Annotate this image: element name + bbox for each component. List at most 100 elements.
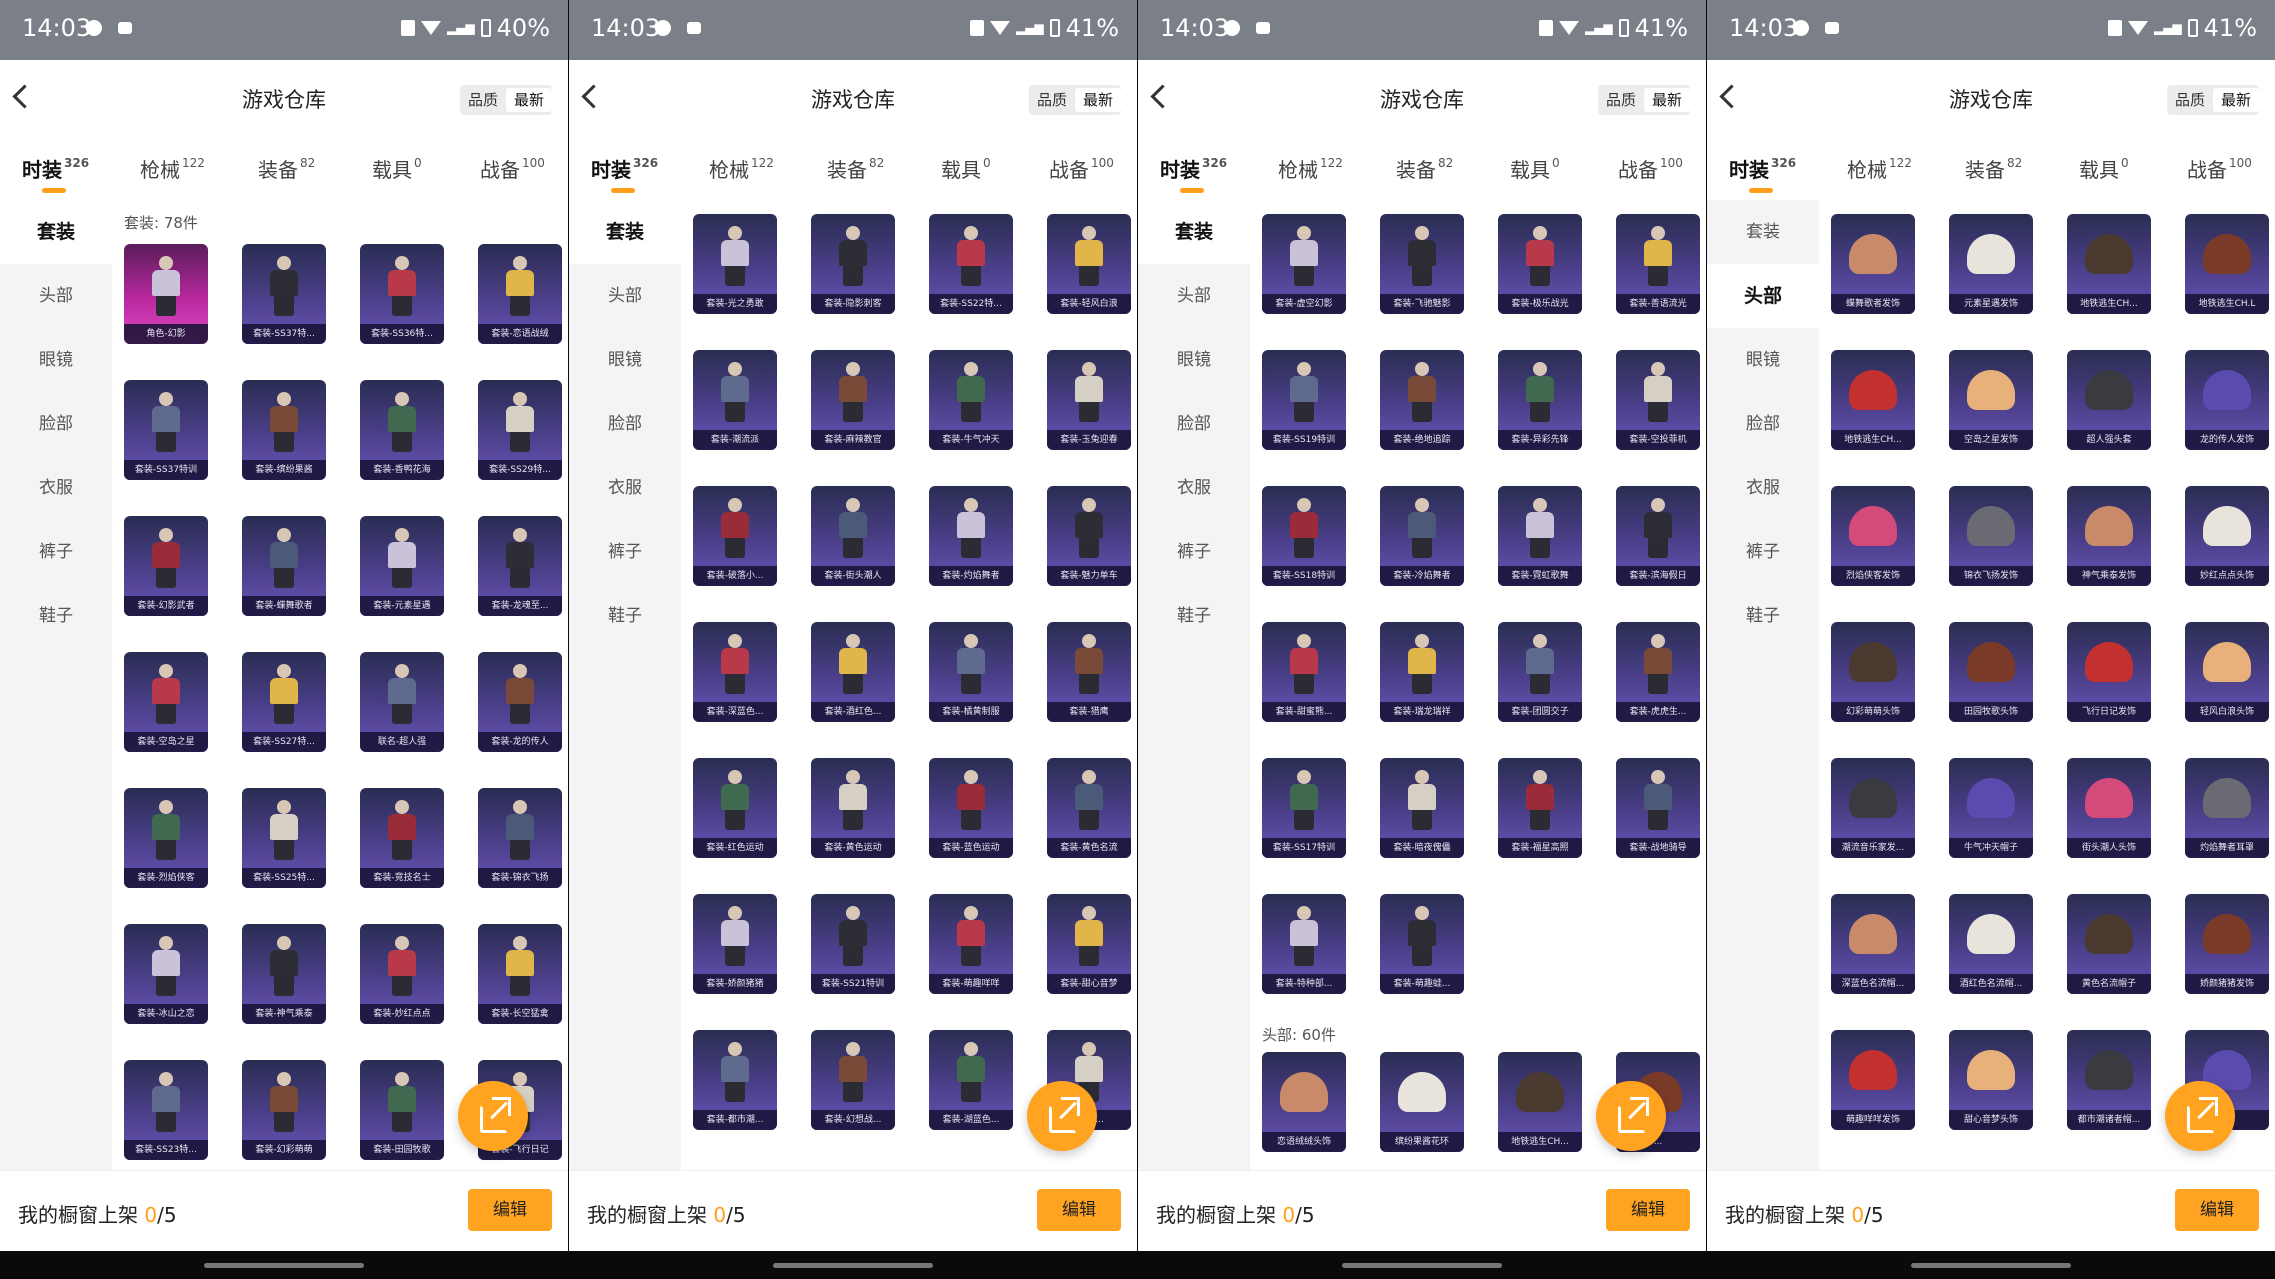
sidebar-item-5[interactable]: 裤子 xyxy=(0,520,112,584)
outfit-item[interactable]: 套装-酒红色... xyxy=(811,622,895,722)
tab-2[interactable]: 装备 82 xyxy=(1396,154,1453,183)
sort-toggle[interactable]: 品质 最新 xyxy=(1597,85,1690,115)
outfit-item[interactable]: 套装-SS17特训 xyxy=(1262,758,1346,858)
headwear-item[interactable]: 深蓝色名流帽... xyxy=(1831,894,1915,994)
headwear-item[interactable]: 地铁逃生CH... xyxy=(1498,1052,1582,1152)
outfit-item[interactable]: 套装-冷焰舞者 xyxy=(1380,486,1464,586)
outfit-item[interactable]: 套装-暗夜傀儡 xyxy=(1380,758,1464,858)
sidebar-item-1[interactable]: 头部 xyxy=(1138,264,1250,328)
sort-option-1[interactable]: 最新 xyxy=(1074,88,1121,112)
headwear-item[interactable]: 龙的传人发饰 xyxy=(2185,350,2269,450)
sidebar-item-0[interactable]: 套装 xyxy=(0,200,112,264)
sort-option-0[interactable]: 品质 xyxy=(2167,85,2213,115)
outfit-item[interactable]: 套装-深蓝色... xyxy=(693,622,777,722)
outfit-item[interactable]: 套装-玉兔迎春 xyxy=(1047,350,1131,450)
tab-2[interactable]: 装备 82 xyxy=(827,154,884,183)
outfit-item[interactable]: 套装-SS19特训 xyxy=(1262,350,1346,450)
headwear-item[interactable]: 恋语绒绒头饰 xyxy=(1262,1052,1346,1152)
sidebar-item-4[interactable]: 衣服 xyxy=(1138,456,1250,520)
outfit-item[interactable]: 套装-战地骑导 xyxy=(1616,758,1700,858)
headwear-item[interactable]: 黄色名流帽子 xyxy=(2067,894,2151,994)
outfit-item[interactable]: 套装-萌趣蛙... xyxy=(1380,894,1464,994)
outfit-item[interactable]: 套装-SS25特... xyxy=(242,788,326,888)
tab-2[interactable]: 装备 82 xyxy=(258,154,315,183)
home-indicator[interactable] xyxy=(1342,1263,1502,1268)
outfit-item[interactable]: 套装-滨海假日 xyxy=(1616,486,1700,586)
home-indicator[interactable] xyxy=(1911,1263,2071,1268)
edit-button[interactable]: 编辑 xyxy=(1606,1189,1690,1231)
headwear-item[interactable]: 空岛之星发饰 xyxy=(1949,350,2033,450)
headwear-item[interactable]: 娇颜猪猪发饰 xyxy=(2185,894,2269,994)
sidebar-item-2[interactable]: 眼镜 xyxy=(1138,328,1250,392)
sidebar-item-5[interactable]: 裤子 xyxy=(569,520,681,584)
sort-option-0[interactable]: 品质 xyxy=(1029,85,1075,115)
outfit-item[interactable]: 套装-街头潮人 xyxy=(811,486,895,586)
sidebar-item-4[interactable]: 衣服 xyxy=(0,456,112,520)
outfit-item[interactable]: 套装-幻彩萌萌 xyxy=(242,1060,326,1160)
outfit-item[interactable]: 套装-长空猛禽 xyxy=(478,924,562,1024)
sidebar-item-2[interactable]: 眼镜 xyxy=(0,328,112,392)
outfit-item[interactable]: 套装-异彩先锋 xyxy=(1498,350,1582,450)
outfit-item[interactable]: 套装-缤纷果酱 xyxy=(242,380,326,480)
headwear-item[interactable]: 酒红色名流帽... xyxy=(1949,894,2033,994)
headwear-item[interactable]: 萌趣咩咩发饰 xyxy=(1831,1030,1915,1130)
outfit-item[interactable]: 套装-神气乘泰 xyxy=(242,924,326,1024)
outfit-item[interactable]: 套装-福星高照 xyxy=(1498,758,1582,858)
sidebar-item-2[interactable]: 眼镜 xyxy=(569,328,681,392)
sidebar-item-5[interactable]: 裤子 xyxy=(1707,520,1819,584)
outfit-item[interactable]: 套装-黄色名流 xyxy=(1047,758,1131,858)
home-indicator[interactable] xyxy=(204,1263,364,1268)
headwear-item[interactable]: 超人强头套 xyxy=(2067,350,2151,450)
headwear-item[interactable]: 锦衣飞扬发饰 xyxy=(1949,486,2033,586)
outfit-item[interactable]: 套装-虚空幻影 xyxy=(1262,214,1346,314)
headwear-item[interactable]: 神气乘泰发饰 xyxy=(2067,486,2151,586)
outfit-item[interactable]: 套装-极乐战光 xyxy=(1498,214,1582,314)
tab-0[interactable]: 时装 326 xyxy=(591,154,658,183)
headwear-item[interactable]: 蝶舞歌者发饰 xyxy=(1831,214,1915,314)
outfit-item[interactable]: 套装-SS23特... xyxy=(124,1060,208,1160)
sidebar-item-3[interactable]: 脸部 xyxy=(569,392,681,456)
tab-0[interactable]: 时装 326 xyxy=(1160,154,1227,183)
share-button[interactable] xyxy=(1596,1081,1666,1151)
sidebar-item-4[interactable]: 衣服 xyxy=(569,456,681,520)
sidebar-item-0[interactable]: 套装 xyxy=(569,200,681,264)
headwear-item[interactable]: 灼焰舞者耳罩 xyxy=(2185,758,2269,858)
tab-4[interactable]: 战备 100 xyxy=(1049,154,1114,183)
outfit-item[interactable]: 套装-蝶舞歌者 xyxy=(242,516,326,616)
sidebar-item-6[interactable]: 鞋子 xyxy=(1707,584,1819,648)
headwear-item[interactable]: 幻彩萌萌头饰 xyxy=(1831,622,1915,722)
edit-button[interactable]: 编辑 xyxy=(1037,1189,1121,1231)
tab-1[interactable]: 枪械 122 xyxy=(140,154,205,183)
edit-button[interactable]: 编辑 xyxy=(468,1189,552,1231)
outfit-item[interactable]: 套装-虎虎生... xyxy=(1616,622,1700,722)
outfit-item[interactable]: 角色-幻影 xyxy=(124,244,208,344)
headwear-item[interactable]: 牛气冲天帽子 xyxy=(1949,758,2033,858)
outfit-item[interactable]: 套装-萌趣咩咩 xyxy=(929,894,1013,994)
tab-1[interactable]: 枪械 122 xyxy=(1847,154,1912,183)
sidebar-item-1[interactable]: 头部 xyxy=(1707,264,1819,328)
headwear-item[interactable]: 烈焰侠客发饰 xyxy=(1831,486,1915,586)
outfit-item[interactable]: 套装-灼焰舞者 xyxy=(929,486,1013,586)
headwear-item[interactable]: 地铁逃生CH... xyxy=(1831,350,1915,450)
sidebar-item-1[interactable]: 头部 xyxy=(569,264,681,328)
headwear-item[interactable]: 地铁逃生CH.L xyxy=(2185,214,2269,314)
outfit-item[interactable]: 套装-SS27特... xyxy=(242,652,326,752)
outfit-item[interactable]: 套装-烈焰侠客 xyxy=(124,788,208,888)
edit-button[interactable]: 编辑 xyxy=(2175,1189,2259,1231)
sidebar-item-5[interactable]: 裤子 xyxy=(1138,520,1250,584)
headwear-item[interactable]: 妙红点点头饰 xyxy=(2185,486,2269,586)
share-button[interactable] xyxy=(1027,1081,1097,1151)
outfit-item[interactable]: 套装-幻影武者 xyxy=(124,516,208,616)
sidebar-item-3[interactable]: 脸部 xyxy=(0,392,112,456)
headwear-item[interactable]: 元素星遇发饰 xyxy=(1949,214,2033,314)
outfit-item[interactable]: 套装-隐影刺客 xyxy=(811,214,895,314)
tab-3[interactable]: 载具 0 xyxy=(372,154,422,183)
outfit-item[interactable]: 套装-团圆交子 xyxy=(1498,622,1582,722)
outfit-item[interactable]: 套装-都市潮... xyxy=(693,1030,777,1130)
tab-0[interactable]: 时装 326 xyxy=(22,154,89,183)
outfit-item[interactable]: 套装-潮流派 xyxy=(693,350,777,450)
headwear-item[interactable]: 飞行日记发饰 xyxy=(2067,622,2151,722)
outfit-item[interactable]: 套装-幻想战... xyxy=(811,1030,895,1130)
outfit-item[interactable]: 套装-香鸭花海 xyxy=(360,380,444,480)
outfit-item[interactable]: 联名-超人强 xyxy=(360,652,444,752)
